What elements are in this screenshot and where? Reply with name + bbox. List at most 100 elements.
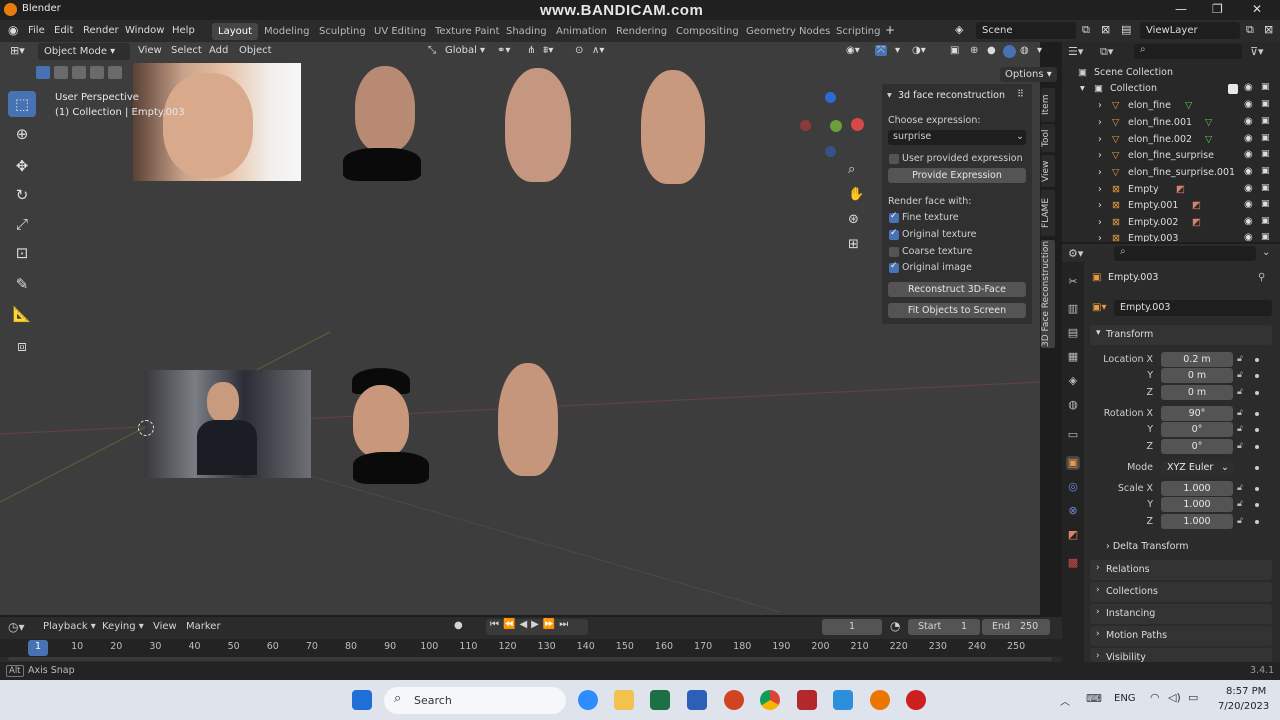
camera-icon[interactable]: ▣ bbox=[1261, 166, 1270, 176]
scale-z-field[interactable]: 1.000 bbox=[1161, 514, 1233, 529]
woman-head-mesh-3[interactable] bbox=[641, 70, 705, 184]
menu-add[interactable]: Add bbox=[209, 45, 228, 56]
collapse-arrow-icon[interactable]: ▾ bbox=[1080, 83, 1085, 94]
zoom-icon[interactable]: ⌕ bbox=[848, 162, 855, 177]
physics-properties-icon[interactable]: ◎ bbox=[1066, 480, 1080, 494]
orientation-dropdown-icon[interactable]: ▾ bbox=[480, 45, 485, 56]
menu-file[interactable]: File bbox=[28, 25, 45, 36]
collection-properties-icon[interactable]: ▭ bbox=[1066, 428, 1080, 442]
snap-target-icon[interactable]: ⩩▾ bbox=[543, 45, 553, 56]
eye-icon[interactable]: ◉ bbox=[1244, 216, 1253, 227]
outliner-row[interactable]: › ▽ elon_fine.001 ▽ ◉ ▣ bbox=[1062, 115, 1280, 131]
transform-panel-header[interactable]: ▾ Transform bbox=[1090, 325, 1272, 345]
falloff-icon[interactable]: ∧▾ bbox=[592, 45, 604, 56]
keyframe-dot-icon[interactable] bbox=[1255, 358, 1259, 362]
proportional-edit-icon[interactable]: ⊙ bbox=[575, 45, 583, 56]
location-x-field[interactable]: 0.2 m bbox=[1161, 352, 1233, 367]
keying-menu[interactable]: Keying ▾ bbox=[102, 621, 144, 632]
expand-icon[interactable]: › bbox=[1098, 117, 1102, 128]
man-head-mesh-1[interactable] bbox=[353, 385, 409, 457]
collection-checkbox[interactable] bbox=[1228, 84, 1238, 94]
menu-help[interactable]: Help bbox=[172, 25, 195, 36]
rotate-tool-icon[interactable]: ↻ bbox=[8, 182, 36, 208]
reference-image-woman[interactable] bbox=[133, 63, 301, 181]
perspective-toggle-icon[interactable]: ⊞ bbox=[848, 237, 859, 252]
keyframe-dot-icon[interactable] bbox=[1255, 391, 1259, 395]
maximize-icon[interactable]: ❐ bbox=[1212, 2, 1223, 16]
lock-icon[interactable]: 🔓︎ bbox=[1237, 354, 1243, 364]
properties-editor-icon[interactable]: ⚙▾ bbox=[1068, 247, 1083, 260]
start-frame-field[interactable]: Start 1 bbox=[908, 619, 980, 635]
lock-icon[interactable]: 🔓︎ bbox=[1237, 424, 1243, 434]
camera-icon[interactable]: ▣ bbox=[1261, 133, 1270, 143]
panel-drag-icon[interactable]: ⠿ bbox=[1017, 89, 1024, 100]
blender-taskbar-icon[interactable] bbox=[870, 690, 890, 710]
timeline-view-menu[interactable]: View bbox=[153, 621, 177, 632]
outliner-row[interactable]: › ▽ elon_fine_surprise ◉ ▣ bbox=[1062, 148, 1280, 164]
windows-start-icon[interactable] bbox=[352, 690, 372, 710]
tool-settings-icon[interactable]: ✂ bbox=[1066, 275, 1080, 289]
lock-icon[interactable]: 🔓︎ bbox=[1237, 387, 1243, 397]
xray-icon[interactable]: ▣ bbox=[950, 45, 959, 56]
solid-shading-icon[interactable]: ● bbox=[987, 45, 996, 56]
menu-edit[interactable]: Edit bbox=[54, 25, 73, 36]
gizmo-x-axis[interactable] bbox=[851, 118, 864, 131]
camera-icon[interactable]: ▣ bbox=[1261, 232, 1270, 242]
add-workspace-icon[interactable]: + bbox=[885, 23, 895, 37]
wireframe-shading-icon[interactable]: ⊕ bbox=[970, 45, 978, 56]
outliner-row[interactable]: › ⊠ Empty.001 ◩ ◉ ▣ bbox=[1062, 198, 1280, 214]
menu-object[interactable]: Object bbox=[239, 45, 272, 56]
object-properties-icon[interactable]: ▣ bbox=[1066, 456, 1080, 470]
visibility-icon[interactable]: ◉▾ bbox=[846, 45, 860, 56]
expand-icon[interactable]: › bbox=[1098, 150, 1102, 161]
expand-icon[interactable]: › bbox=[1098, 134, 1102, 145]
relations-panel-header[interactable]: › Relations bbox=[1090, 560, 1272, 580]
visibility-panel-header[interactable]: › Visibility bbox=[1090, 648, 1272, 662]
expand-icon[interactable]: › bbox=[1098, 167, 1102, 178]
tab-sculpting[interactable]: Sculpting bbox=[313, 23, 372, 40]
outliner-row[interactable]: › ▽ elon_fine_surprise.001 ◉ ▣ bbox=[1062, 165, 1280, 181]
outliner-row[interactable]: › ▽ elon_fine.002 ▽ ◉ ▣ bbox=[1062, 132, 1280, 148]
outliner-row[interactable]: › ⊠ Empty.002 ◩ ◉ ▣ bbox=[1062, 215, 1280, 231]
man-head-mesh-2[interactable] bbox=[498, 363, 558, 476]
close-icon[interactable]: ✕ bbox=[1252, 2, 1262, 16]
volume-icon[interactable]: ◁) bbox=[1168, 691, 1181, 704]
lock-icon[interactable]: 🔓︎ bbox=[1237, 499, 1243, 509]
transform-orientation[interactable]: Global bbox=[445, 45, 477, 56]
woman-head-mesh-2[interactable] bbox=[505, 68, 571, 182]
outliner-row[interactable]: › ⊠ Empty.003 ◉ ▣ bbox=[1062, 231, 1280, 242]
motion-paths-panel-header[interactable]: › Motion Paths bbox=[1090, 626, 1272, 646]
expand-icon[interactable]: › bbox=[1098, 233, 1102, 242]
eye-icon[interactable]: ◉ bbox=[1244, 116, 1253, 127]
tab-geometry-nodes[interactable]: Geometry Nodes bbox=[740, 23, 836, 40]
app-icon[interactable] bbox=[797, 690, 817, 710]
sidebar-tab-item[interactable]: Item bbox=[1041, 88, 1055, 122]
lock-icon[interactable]: 🔓︎ bbox=[1237, 441, 1243, 451]
lock-icon[interactable]: 🔓︎ bbox=[1237, 370, 1243, 380]
constraint-properties-icon[interactable]: ⊗ bbox=[1066, 504, 1080, 518]
gizmo-neg-x-axis[interactable] bbox=[800, 120, 811, 131]
expand-icon[interactable]: › bbox=[1098, 217, 1102, 228]
keyframe-dot-icon[interactable] bbox=[1255, 520, 1259, 524]
menu-window[interactable]: Window bbox=[125, 25, 164, 36]
material-shading-icon[interactable] bbox=[1003, 45, 1016, 58]
camera-icon[interactable]: ▣ bbox=[1261, 99, 1270, 109]
scale-tool-icon[interactable]: ⤢ bbox=[8, 211, 36, 237]
end-frame-field[interactable]: End 250 bbox=[982, 619, 1050, 635]
sidebar-tab-flame[interactable]: FLAME bbox=[1041, 190, 1055, 236]
woman-head-mesh-1[interactable] bbox=[355, 66, 415, 152]
select-subtract-icon[interactable] bbox=[72, 66, 86, 79]
gizmo-dropdown-icon[interactable]: ▾ bbox=[895, 45, 900, 56]
keyframe-dot-icon[interactable] bbox=[1255, 428, 1259, 432]
eye-icon[interactable]: ◉ bbox=[1244, 199, 1253, 210]
fit-objects-button[interactable]: Fit Objects to Screen bbox=[888, 303, 1026, 318]
options-button[interactable]: Options ▾ bbox=[1000, 67, 1057, 82]
location-y-field[interactable]: 0 m bbox=[1161, 368, 1233, 383]
current-frame-field[interactable]: 1 bbox=[822, 619, 882, 635]
measure-tool-icon[interactable]: 📐 bbox=[8, 301, 36, 327]
playback-menu[interactable]: Playback ▾ bbox=[43, 621, 96, 632]
tab-shading[interactable]: Shading bbox=[500, 23, 553, 40]
snap-icon[interactable]: ⋔ bbox=[527, 45, 535, 56]
eye-icon[interactable]: ◉ bbox=[1244, 133, 1253, 144]
menu-select[interactable]: Select bbox=[171, 45, 202, 56]
